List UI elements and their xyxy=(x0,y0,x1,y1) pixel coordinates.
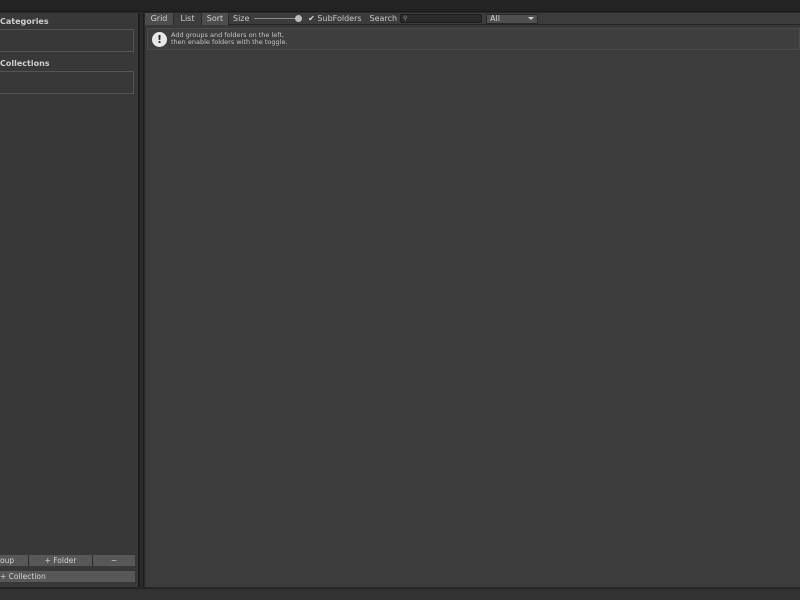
folder-button-row: oup + Folder − xyxy=(0,555,135,566)
exclamation-bubble-icon: ! xyxy=(152,31,167,47)
size-slider-thumb[interactable] xyxy=(294,14,302,22)
search-label: Search xyxy=(369,14,398,23)
asset-grid-area[interactable] xyxy=(147,51,800,587)
right-panel: Grid List Sort Size ✔ SubFolders Search … xyxy=(145,12,800,587)
filter-selected-value: All xyxy=(490,14,500,23)
check-icon[interactable]: ✔ xyxy=(307,14,315,23)
size-slider[interactable] xyxy=(254,13,302,25)
categories-list[interactable] xyxy=(0,29,134,52)
size-slider-track xyxy=(254,17,299,19)
sort-button[interactable]: Sort xyxy=(202,12,229,25)
chevron-down-icon xyxy=(528,17,535,20)
collections-list[interactable] xyxy=(0,71,134,94)
grid-view-button[interactable]: Grid xyxy=(145,12,174,25)
remove-button[interactable]: − xyxy=(93,555,135,566)
collections-title: Collections xyxy=(0,59,50,68)
panel-splitter[interactable] xyxy=(139,13,144,587)
info-text: Add groups and folders on the left, then… xyxy=(171,31,288,47)
search-input[interactable]: ⚲ xyxy=(400,14,483,23)
size-label: Size xyxy=(233,14,250,23)
add-folder-button[interactable]: + Folder xyxy=(29,555,93,566)
status-bar xyxy=(0,588,800,600)
add-group-button[interactable]: oup xyxy=(0,555,29,566)
title-bar xyxy=(0,0,800,12)
categories-title: Categories xyxy=(0,17,49,26)
left-panel: Categories Collections oup + Folder − + … xyxy=(0,13,139,587)
search-icon: ⚲ xyxy=(403,15,408,22)
filter-dropdown[interactable]: All xyxy=(486,13,539,24)
info-line-2: then enable folders with the toggle. xyxy=(171,38,288,46)
toolbar: Grid List Sort Size ✔ SubFolders Search … xyxy=(145,12,800,25)
list-view-button[interactable]: List xyxy=(174,12,202,25)
add-collection-button[interactable]: + Collection xyxy=(0,571,135,582)
subfolders-label: SubFolders xyxy=(317,14,362,23)
info-help-box: ! Add groups and folders on the left, th… xyxy=(147,28,800,50)
